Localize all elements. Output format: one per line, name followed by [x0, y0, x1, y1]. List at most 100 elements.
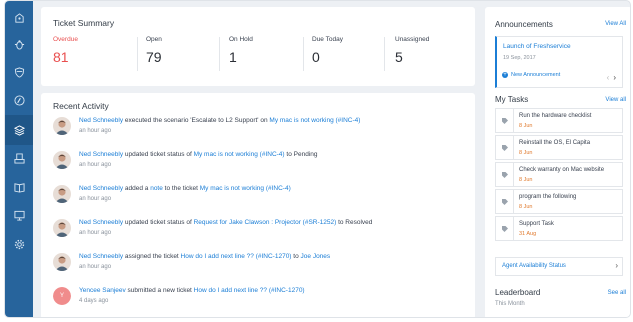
activity-text: Ned Schneebly executed the scenario 'Esc…: [79, 117, 360, 124]
activity-text-part: to Pending: [284, 151, 318, 158]
stat-value: 5: [395, 49, 403, 65]
ticket-link[interactable]: How do I add next line ?? (#INC-1270): [181, 253, 292, 260]
new-announcement-button[interactable]: + New Announcement: [502, 72, 560, 78]
activity-text-part: updated ticket status of: [123, 219, 194, 226]
stat-unassigned[interactable]: Unassigned 5: [395, 36, 429, 78]
task-item[interactable]: Reinstall the OS, El Capita 8 Jun: [495, 135, 623, 160]
stat-open[interactable]: Open 79: [146, 36, 162, 78]
stat-value: 1: [229, 49, 237, 65]
activity-text: Yencee Sanjeev submitted a new ticket Ho…: [79, 287, 305, 294]
stat-on-hold[interactable]: On Hold 1: [229, 36, 253, 78]
stat-value: 81: [53, 49, 69, 65]
activity-time: an hour ago: [79, 162, 112, 168]
actor-link[interactable]: Ned Schneebly: [79, 151, 123, 158]
announcement-card: Launch of Freshservice 19 Sep, 2017 + Ne…: [495, 36, 623, 88]
activity-time: an hour ago: [79, 264, 112, 270]
leaderboard-period: This Month: [495, 301, 525, 307]
activity-time: an hour ago: [79, 196, 112, 202]
ticket-link[interactable]: How do I add next line ?? (#INC-1270): [194, 287, 305, 294]
task-name: Check warranty on Mac website: [519, 167, 605, 173]
divider: [513, 217, 514, 240]
actor-link[interactable]: Ned Schneebly: [79, 219, 123, 226]
divider: [513, 163, 514, 186]
avatar: [53, 253, 71, 271]
inbox-icon[interactable]: [10, 149, 28, 167]
stat-label: Overdue: [53, 36, 78, 43]
agent-availability-label: Agent Availability Status: [502, 263, 566, 269]
activity-text-part: assigned the ticket: [123, 253, 181, 260]
leaderboard-see-all-link[interactable]: See all: [608, 290, 626, 296]
actor-link[interactable]: Ned Schneebly: [79, 185, 123, 192]
gear-icon[interactable]: [10, 235, 28, 253]
stat-value: 79: [146, 49, 162, 65]
task-date: 8 Jun: [519, 123, 533, 129]
task-item[interactable]: Support Task 31 Aug: [495, 216, 623, 241]
actor-link[interactable]: Ned Schneebly: [79, 117, 123, 124]
stat-label: On Hold: [229, 36, 253, 43]
activity-text: Ned Schneebly updated ticket status of M…: [79, 151, 317, 158]
activity-item: Ned Schneebly executed the scenario 'Esc…: [53, 115, 463, 145]
layers-icon[interactable]: [10, 121, 28, 139]
sidebar: [5, 1, 33, 317]
divider: [219, 37, 220, 71]
announcements-title: Announcements: [495, 20, 553, 29]
announcement-date: 19 Sep, 2017: [503, 55, 536, 61]
book-icon[interactable]: [10, 178, 28, 196]
activity-text-part: to the ticket: [162, 185, 200, 192]
stat-due-today[interactable]: Due Today 0: [312, 36, 343, 78]
chevron-right-icon[interactable]: ›: [613, 73, 620, 82]
ticket-link[interactable]: My mac is not working (#INC-4): [194, 151, 285, 158]
task-date: 8 Jun: [519, 177, 533, 183]
task-name: program the following: [519, 194, 577, 200]
avatar: [53, 151, 71, 169]
announcement-title-link[interactable]: Launch of Freshservice: [503, 43, 571, 50]
task-date: 31 Aug: [519, 231, 537, 237]
plus-icon: +: [502, 72, 508, 78]
avatar: [53, 219, 71, 237]
actor-link[interactable]: Yencee Sanjeev: [79, 287, 126, 294]
tag-icon: [502, 199, 508, 205]
ticket-link[interactable]: My mac is not working (#INC-4): [269, 117, 360, 124]
stat-label: Due Today: [312, 36, 343, 43]
tasks-view-all-link[interactable]: View all: [605, 97, 626, 103]
activity-item: Ned Schneebly assigned the ticket How do…: [53, 251, 463, 281]
agent-link[interactable]: Joe Jones: [301, 253, 331, 260]
right-panel: Announcements View All Launch of Freshse…: [485, 7, 630, 317]
announcements-view-all-link[interactable]: View All: [605, 21, 626, 27]
activity-item: Ned Schneebly added a note to the ticket…: [53, 183, 463, 213]
stat-label: Unassigned: [395, 36, 430, 43]
divider: [513, 109, 514, 132]
task-item[interactable]: program the following 8 Jun: [495, 189, 623, 214]
task-name: Run the hardware checklist: [519, 113, 592, 119]
app-frame: Ticket Summary Overdue 81 Open 79 On Hol…: [4, 0, 631, 318]
ticket-summary-card: Ticket Summary Overdue 81 Open 79 On Hol…: [41, 7, 475, 86]
ticket-link[interactable]: Request for Jake Clawson : Projector (#S…: [194, 219, 337, 226]
agent-availability-status-link[interactable]: Agent Availability Status ›: [495, 257, 623, 276]
activity-text-part: to Resolved: [336, 219, 373, 226]
leaderboard-title: Leaderboard: [495, 288, 541, 297]
monitor-icon[interactable]: [10, 206, 28, 224]
activity-text-part: added a: [123, 185, 151, 192]
activity-text: Ned Schneebly added a note to the ticket…: [79, 185, 291, 192]
task-date: 8 Jun: [519, 204, 533, 210]
activity-text: Ned Schneebly assigned the ticket How do…: [79, 253, 330, 260]
task-name: Support Task: [519, 221, 554, 227]
recent-activity-card: Recent Activity Ned Schneebly executed t…: [41, 93, 475, 317]
note-link[interactable]: note: [150, 185, 163, 192]
divider: [513, 190, 514, 213]
stat-overdue[interactable]: Overdue 81: [53, 36, 78, 78]
announcement-nav: ‹›: [607, 73, 620, 82]
ticket-link[interactable]: My mac is not working (#INC-4): [200, 185, 291, 192]
shield-icon[interactable]: [10, 63, 28, 81]
bug-icon[interactable]: [10, 35, 28, 53]
task-item[interactable]: Check warranty on Mac website 8 Jun: [495, 162, 623, 187]
contact-icon[interactable]: [10, 91, 28, 109]
chevron-right-icon: ›: [615, 261, 618, 270]
task-item[interactable]: Run the hardware checklist 8 Jun: [495, 108, 623, 133]
actor-link[interactable]: Ned Schneebly: [79, 253, 123, 260]
tag-icon: [502, 118, 508, 124]
activity-time: an hour ago: [79, 128, 112, 134]
activity-item: Ned Schneebly updated ticket status of R…: [53, 217, 463, 247]
ticket-icon[interactable]: [10, 9, 28, 27]
divider: [303, 37, 304, 71]
